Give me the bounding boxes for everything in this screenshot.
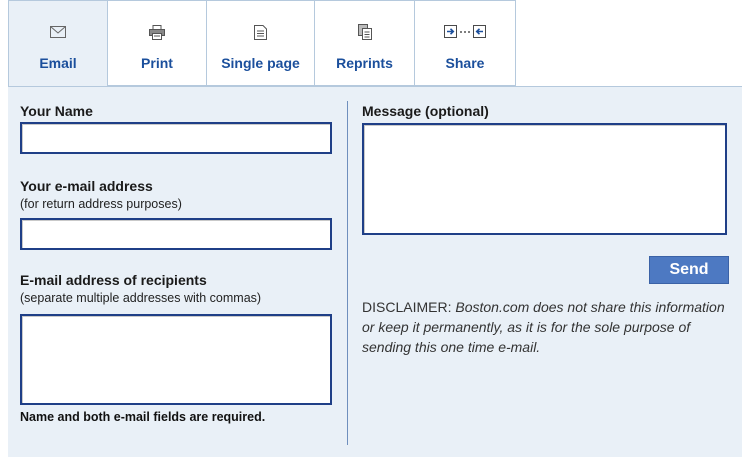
email-form-panel: Your Name Your e-mail address (for retur… bbox=[8, 86, 742, 457]
tab-email-label: Email bbox=[39, 55, 77, 71]
tab-reprints[interactable]: Reprints bbox=[315, 0, 415, 86]
your-name-label: Your Name bbox=[20, 103, 93, 119]
tab-share[interactable]: Share bbox=[415, 0, 516, 86]
recipients-label: E-mail address of recipients bbox=[20, 272, 207, 288]
page-icon bbox=[254, 23, 267, 41]
disclaimer: DISCLAIMER: Boston.com does not share th… bbox=[362, 297, 732, 357]
recipients-hint: (separate multiple addresses with commas… bbox=[20, 291, 262, 305]
tab-reprints-label: Reprints bbox=[336, 55, 393, 71]
your-email-hint: (for return address purposes) bbox=[20, 197, 182, 211]
tab-bar: Email Print Single page Reprints Share bbox=[8, 0, 516, 88]
tab-print-label: Print bbox=[141, 55, 173, 71]
recipients-textarea[interactable] bbox=[20, 314, 332, 405]
tab-single-page[interactable]: Single page bbox=[207, 0, 315, 86]
tab-share-label: Share bbox=[445, 55, 485, 71]
your-name-input[interactable] bbox=[20, 122, 332, 154]
your-email-label: Your e-mail address bbox=[20, 178, 153, 194]
message-label: Message (optional) bbox=[362, 103, 489, 119]
printer-icon bbox=[149, 23, 165, 41]
tab-single-page-label: Single page bbox=[221, 55, 300, 71]
column-divider bbox=[347, 101, 348, 445]
copies-icon bbox=[357, 23, 372, 41]
share-icon bbox=[444, 23, 486, 41]
envelope-icon bbox=[50, 23, 66, 41]
your-email-input[interactable] bbox=[20, 218, 332, 250]
tab-print[interactable]: Print bbox=[108, 0, 207, 86]
disclaimer-lead: DISCLAIMER: bbox=[362, 299, 452, 315]
message-textarea[interactable] bbox=[362, 123, 727, 235]
tab-email[interactable]: Email bbox=[8, 0, 108, 88]
required-note: Name and both e-mail fields are required… bbox=[20, 410, 266, 424]
send-button[interactable]: Send bbox=[649, 256, 729, 284]
